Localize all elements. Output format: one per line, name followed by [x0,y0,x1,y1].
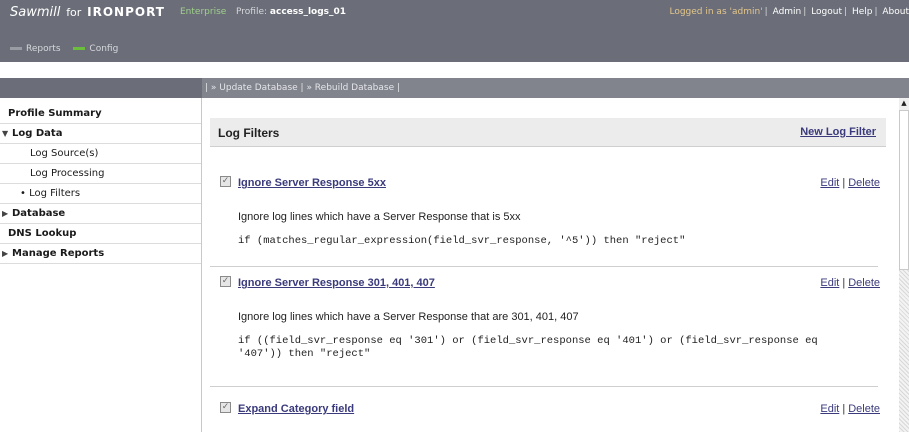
nav-config[interactable]: Config [73,44,118,54]
reports-indicator-icon [10,47,22,50]
filter-expression: if (matches_regular_expression(field_svr… [238,235,686,247]
sidebar-item-label: Log Processing [30,168,105,179]
filter-description: Ignore log lines which have a Server Res… [238,311,579,323]
filter-item: ✓ Ignore Server Response 301, 401, 407 E… [210,268,880,387]
nav-reports[interactable]: Reports [10,44,61,54]
brand-sawmill: Sawmill [10,5,61,20]
sidebar-item-log-sources[interactable]: Log Source(s) [0,144,201,164]
filter-item: ✓ Ignore Server Response 5xx Edit | Delete… [210,168,880,267]
sidebar-item-label: Profile Summary [8,108,102,119]
action-bar: | » Update Database | » Rebuild Database… [0,78,909,98]
sidebar-item-label: Database [12,208,66,219]
edit-link[interactable]: Edit [820,277,839,289]
update-database-link[interactable]: » Update Database [211,83,298,93]
logout-link[interactable]: Logout [811,7,842,17]
sidebar-item-label: Log Filters [29,188,81,199]
sidebar: Profile Summary ▼ Log Data Log Source(s) … [0,98,202,432]
logged-in-text: Logged in as 'admin' [669,7,763,17]
filter-name-link[interactable]: Ignore Server Response 301, 401, 407 [238,277,435,289]
page-title: Log Filters [218,126,280,140]
edition-label: Enterprise [180,7,227,17]
edit-link[interactable]: Edit [820,403,839,415]
filter-actions: Edit | Delete [820,177,880,189]
sidebar-item-log-data[interactable]: ▼ Log Data [0,124,201,144]
bullet-icon: • [20,188,26,199]
filter-actions: Edit | Delete [820,277,880,289]
top-nav: Reports Config [10,44,128,54]
profile-label: Profile: [236,7,268,17]
scroll-up-icon[interactable]: ▲ [899,98,909,108]
profile-info: Profile: access_logs_01 [236,7,346,17]
nav-reports-label: Reports [26,44,61,54]
app-logo: Sawmill for IRONPORT [10,5,165,20]
sidebar-item-label: Log Data [12,128,63,139]
sidebar-item-database[interactable]: ▶ Database [0,204,201,224]
filter-name-link[interactable]: Expand Category field [238,403,354,415]
caret-down-icon: ▼ [2,129,9,138]
delete-link[interactable]: Delete [848,177,880,189]
delete-link[interactable]: Delete [848,277,880,289]
delete-link[interactable]: Delete [848,403,880,415]
scroll-thumb[interactable] [899,110,909,270]
filter-expression: if ((field_svr_response eq '301') or (fi… [238,335,818,360]
sidebar-item-dns-lookup[interactable]: DNS Lookup [0,224,201,244]
sidebar-item-label: Log Source(s) [30,148,99,159]
sidebar-item-manage-reports[interactable]: ▶ Manage Reports [0,244,201,264]
help-link[interactable]: Help [852,7,873,17]
caret-right-icon: ▶ [2,209,9,218]
brand-ironport: IRONPORT [87,5,165,19]
filter-actions: Edit | Delete [820,403,880,415]
top-bar: Sawmill for IRONPORT Enterprise Profile:… [0,0,909,62]
database-actions: | » Update Database | » Rebuild Database… [205,83,401,93]
admin-link[interactable]: Admin [773,7,802,17]
vertical-scrollbar[interactable]: ▲ [899,98,909,432]
profile-name: access_logs_01 [269,7,347,17]
sidebar-item-log-processing[interactable]: Log Processing [0,164,201,184]
new-log-filter-link[interactable]: New Log Filter [800,126,876,138]
rebuild-database-link[interactable]: » Rebuild Database [306,83,394,93]
edit-link[interactable]: Edit [820,177,839,189]
sidebar-item-label: DNS Lookup [8,228,77,239]
filter-enabled-checkbox[interactable]: ✓ [220,402,231,413]
caret-right-icon: ▶ [2,249,9,258]
filter-item: ✓ Expand Category field Edit | Delete [210,394,880,434]
brand-for: for [66,6,82,19]
about-link[interactable]: About [882,7,909,17]
nav-config-label: Config [89,44,119,54]
panel-header: Log Filters New Log Filter [210,118,886,147]
filter-name-link[interactable]: Ignore Server Response 5xx [238,177,386,189]
sidebar-item-profile-summary[interactable]: Profile Summary [0,104,201,124]
main-content: Log Filters New Log Filter ✓ Ignore Serv… [202,98,899,432]
filter-enabled-checkbox[interactable]: ✓ [220,176,231,187]
filter-enabled-checkbox[interactable]: ✓ [220,276,231,287]
config-indicator-icon [73,47,86,50]
filter-description: Ignore log lines which have a Server Res… [238,211,521,223]
user-bar: Logged in as 'admin' | Admin | Logout | Hel… [669,7,909,17]
scroll-track[interactable] [899,270,909,432]
sidebar-item-label: Manage Reports [12,248,105,259]
sidebar-item-log-filters[interactable]: • Log Filters [0,184,201,204]
